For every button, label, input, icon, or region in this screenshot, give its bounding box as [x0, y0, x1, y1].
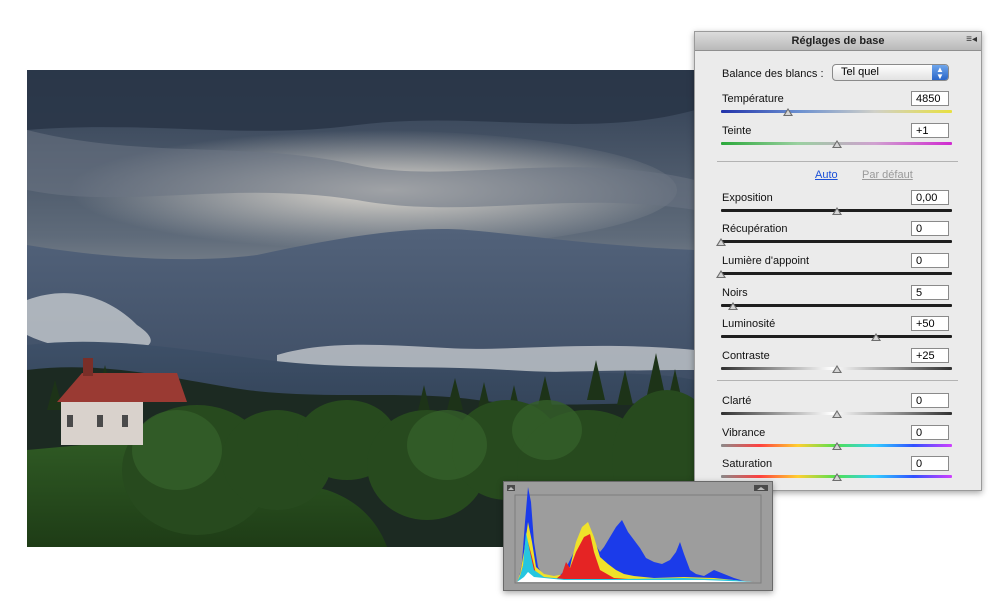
separator — [717, 161, 958, 162]
fill-light-slider-thumb[interactable] — [716, 270, 726, 278]
histogram-graph — [507, 485, 768, 584]
saturation-field[interactable]: 0 — [911, 456, 949, 471]
tint-label: Teinte — [722, 125, 752, 137]
photo-preview — [27, 70, 695, 547]
recovery-slider[interactable] — [721, 240, 952, 243]
menu-icon[interactable]: ≡◂ — [966, 34, 977, 45]
blacks-field[interactable]: 5 — [911, 285, 949, 300]
separator — [717, 380, 958, 381]
landscape-image — [27, 70, 695, 547]
recovery-slider-thumb[interactable] — [716, 238, 726, 246]
vibrance-field[interactable]: 0 — [911, 425, 949, 440]
tint-field[interactable]: +1 — [911, 123, 949, 138]
saturation-label: Saturation — [722, 458, 773, 470]
vibrance-slider-thumb[interactable] — [831, 442, 842, 450]
temperature-slider-thumb[interactable] — [782, 108, 793, 116]
auto-link[interactable]: Auto — [815, 169, 838, 181]
clarity-slider-thumb[interactable] — [831, 410, 842, 418]
fill-light-label: Lumière d'appoint — [722, 255, 810, 267]
white-balance-select[interactable]: Tel quel ▲ ▼ — [832, 64, 949, 81]
clarity-field[interactable]: 0 — [911, 393, 949, 408]
recovery-field[interactable]: 0 — [911, 221, 949, 236]
temperature-field[interactable]: 4850 — [911, 91, 949, 106]
exposure-slider-thumb[interactable] — [831, 207, 842, 215]
recovery-label: Récupération — [722, 223, 788, 235]
exposure-field[interactable]: 0,00 — [911, 190, 949, 205]
contrast-label: Contraste — [722, 350, 770, 362]
brightness-label: Luminosité — [722, 318, 776, 330]
exposure-label: Exposition — [722, 192, 773, 204]
panel-title: Réglages de base — [791, 35, 885, 47]
white-balance-label: Balance des blancs : — [722, 68, 824, 80]
default-link[interactable]: Par défaut — [862, 169, 913, 181]
brightness-slider[interactable] — [721, 335, 952, 338]
brightness-field[interactable]: +50 — [911, 316, 949, 331]
brightness-slider-thumb[interactable] — [870, 333, 881, 341]
white-balance-value: Tel quel — [841, 66, 879, 78]
blacks-slider[interactable] — [721, 304, 952, 307]
vibrance-label: Vibrance — [722, 427, 766, 439]
contrast-slider-thumb[interactable] — [831, 365, 842, 373]
clarity-label: Clarté — [722, 395, 752, 407]
saturation-slider-thumb[interactable] — [831, 473, 842, 481]
tint-slider-thumb[interactable] — [831, 140, 842, 148]
chevron-updown-icon: ▲ ▼ — [932, 65, 948, 81]
blacks-label: Noirs — [722, 287, 748, 299]
fill-light-slider[interactable] — [721, 272, 952, 275]
temperature-label: Température — [722, 93, 784, 105]
contrast-field[interactable]: +25 — [911, 348, 949, 363]
histogram-panel — [503, 481, 773, 591]
temperature-slider[interactable] — [721, 110, 952, 113]
panel-header: Réglages de base ≡◂ — [695, 32, 981, 51]
blacks-slider-thumb[interactable] — [727, 302, 738, 310]
basic-settings-panel: Réglages de base ≡◂ Balance des blancs :… — [694, 31, 982, 491]
fill-light-field[interactable]: 0 — [911, 253, 949, 268]
